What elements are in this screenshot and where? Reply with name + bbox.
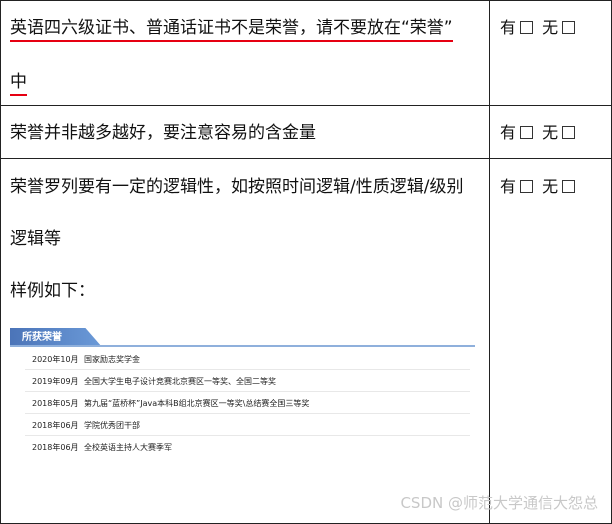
row1-choice: 有 无 [500, 17, 579, 39]
sample-item-text: 全国大学生电子设计竞赛北京赛区一等奖、全国二等奖 [84, 377, 276, 386]
yes-label: 有 [500, 177, 517, 196]
yes-label: 有 [500, 18, 517, 37]
no-checkbox[interactable] [562, 126, 576, 139]
sample-row-divider [25, 413, 470, 414]
row3-choice-cell: 有 无 [489, 158, 612, 524]
honors-sample-image: 所获荣誉 2020年10月 国家励志奖学金 2019年09月 全国大学生电子设计竞赛… [10, 325, 480, 465]
sample-item-text: 第九届“蓝桥杯”Java本科B组北京赛区一等奖\总结赛全国三等奖 [84, 399, 310, 408]
sample-row-divider [25, 369, 470, 370]
sample-item-text: 全校英语主持人大赛季军 [84, 443, 172, 452]
row3-choice: 有 无 [500, 176, 579, 198]
sample-row-divider [25, 391, 470, 392]
sample-row-divider [25, 435, 470, 436]
row1-highlight-text-cont: 中 [10, 72, 27, 96]
no-label: 无 [542, 123, 559, 142]
sample-item-text: 国家励志奖学金 [84, 355, 140, 364]
no-label: 无 [542, 177, 559, 196]
yes-checkbox[interactable] [520, 180, 534, 193]
sample-divider [10, 345, 475, 347]
row1-highlight-text: 英语四六级证书、普通话证书不是荣誉，请不要放在“荣誉” [10, 18, 453, 42]
row1-content-cell: 英语四六级证书、普通话证书不是荣誉，请不要放在“荣誉” 中 [0, 0, 490, 106]
sample-item: 2019年09月 全国大学生电子设计竞赛北京赛区一等奖、全国二等奖 [32, 377, 276, 387]
row2-text: 荣誉并非越多越好，要注意容易的含金量 [10, 123, 316, 143]
sample-item: 2018年06月 学院优秀团干部 [32, 421, 140, 431]
yes-checkbox[interactable] [520, 126, 534, 139]
no-label: 无 [542, 18, 559, 37]
row2-choice: 有 无 [500, 122, 579, 144]
sample-item-date: 2020年10月 [32, 355, 79, 364]
sample-item-text: 学院优秀团干部 [84, 421, 140, 430]
no-checkbox[interactable] [562, 180, 576, 193]
sample-item-date: 2018年05月 [32, 399, 79, 408]
row1-text-line2: 中 [10, 71, 27, 96]
yes-checkbox[interactable] [520, 21, 534, 34]
row2-content-cell: 荣誉并非越多越好，要注意容易的含金量 [0, 105, 490, 159]
row1-choice-cell: 有 无 [489, 0, 612, 106]
row2-choice-cell: 有 无 [489, 105, 612, 159]
sample-item-date: 2018年06月 [32, 421, 79, 430]
row3-text-line3: 样例如下： [10, 281, 95, 301]
yes-label: 有 [500, 123, 517, 142]
sample-item-date: 2018年06月 [32, 443, 79, 452]
csdn-watermark: CSDN @师范大学通信大怨总 [400, 494, 598, 512]
no-checkbox[interactable] [562, 21, 576, 34]
sample-item: 2020年10月 国家励志奖学金 [32, 355, 140, 365]
sample-item: 2018年06月 全校英语主持人大赛季军 [32, 443, 172, 453]
row3-text-line1: 荣誉罗列要有一定的逻辑性，如按照时间逻辑/性质逻辑/级别 [10, 177, 464, 197]
row1-text-line1: 英语四六级证书、普通话证书不是荣誉，请不要放在“荣誉” [10, 17, 453, 42]
row3-text-line2: 逻辑等 [10, 229, 61, 249]
sample-item-date: 2019年09月 [32, 377, 79, 386]
sample-item: 2018年05月 第九届“蓝桥杯”Java本科B组北京赛区一等奖\总结赛全国三等奖 [32, 399, 309, 409]
